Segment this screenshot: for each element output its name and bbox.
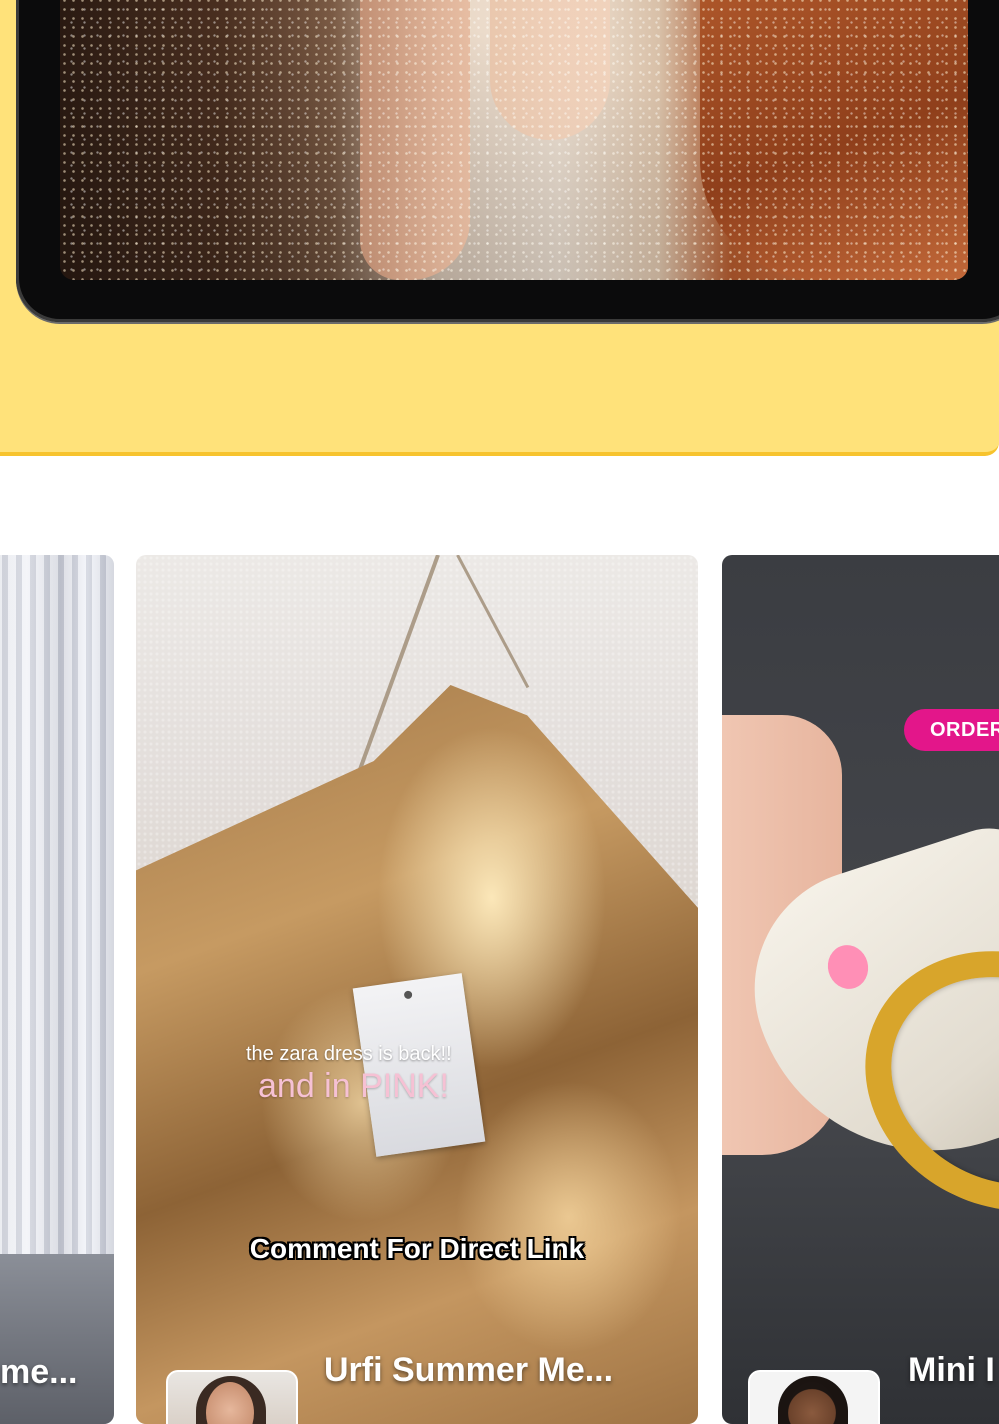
video-caption-cta: Comment For Direct Link [249,1233,585,1264]
promo-banner[interactable] [0,0,999,456]
card-title: Urfi Summer Me... [324,1351,614,1389]
video-card-1[interactable]: me... [0,555,114,1424]
card-title: me... [0,1353,78,1391]
video-card-carousel[interactable]: me... the zara dress is back!! and in PI… [0,555,999,1424]
product-thumbnail[interactable] [748,1370,880,1424]
video-caption-line2: and in PINK! [258,1067,449,1105]
video-card-2[interactable]: the zara dress is back!! and in PINK! Co… [136,555,698,1424]
video-card-3[interactable]: ORDER Mini I [722,555,999,1424]
tablet-frame [16,0,999,322]
card-title: Mini I [908,1351,995,1389]
product-thumbnail[interactable] [166,1370,298,1424]
video-caption-line1: the zara dress is back!! [246,1043,452,1065]
order-badge[interactable]: ORDER [904,709,999,751]
promo-image [60,0,968,280]
